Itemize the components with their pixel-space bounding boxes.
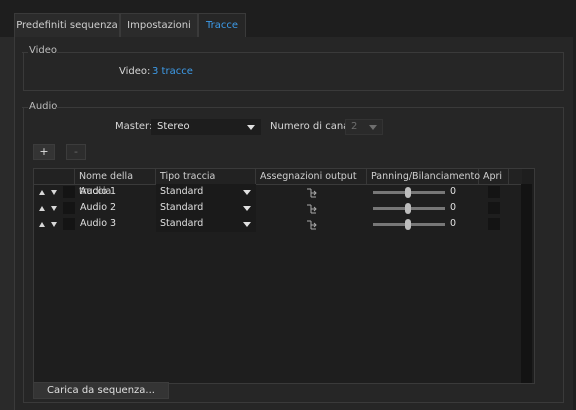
tracks-table: Nome della traccia Tipo traccia Assegnaz… — [33, 168, 535, 384]
video-group-border — [22, 52, 28, 53]
video-tracks-label: Video: — [119, 66, 151, 77]
pan-value[interactable]: 0 — [450, 200, 462, 216]
add-track-button[interactable]: + — [33, 144, 55, 160]
routing-icon — [307, 220, 317, 230]
move-down-icon[interactable] — [51, 190, 57, 195]
routing-icon — [307, 204, 317, 214]
track-type-dropdown[interactable]: Standard — [156, 216, 256, 232]
column-header-open: Apri — [479, 169, 509, 184]
pan-value[interactable]: 0 — [450, 184, 462, 200]
routing-icon — [307, 188, 317, 198]
open-checkbox[interactable] — [488, 218, 500, 230]
load-from-sequence-button[interactable]: Carica da sequenza... — [33, 382, 169, 399]
audio-group-border — [56, 107, 564, 108]
move-up-icon[interactable] — [39, 206, 45, 211]
channels-value: 2 — [351, 121, 358, 132]
chevron-down-icon — [243, 222, 251, 227]
column-header-output: Assegnazioni output — [256, 169, 367, 184]
tab-tracce[interactable]: Tracce — [198, 13, 246, 37]
track-color-swatch[interactable] — [63, 202, 75, 214]
move-up-icon[interactable] — [39, 190, 45, 195]
table-scrollbar[interactable] — [521, 184, 532, 383]
track-name[interactable]: Audio 3 — [80, 216, 156, 232]
track-name[interactable]: Audio 2 — [80, 200, 156, 216]
open-checkbox[interactable] — [488, 186, 500, 198]
open-checkbox[interactable] — [488, 202, 500, 214]
move-down-icon[interactable] — [51, 222, 57, 227]
column-header-name: Nome della traccia — [75, 169, 156, 197]
table-header: Nome della traccia Tipo traccia Assegnaz… — [34, 169, 522, 197]
track-type-value: Standard — [160, 218, 204, 229]
tab-bar: Predefiniti sequenza Impostazioni Tracce — [0, 0, 576, 37]
pan-slider-knob[interactable] — [405, 219, 411, 230]
channels-dropdown[interactable]: 2 — [345, 119, 383, 135]
master-value: Stereo — [157, 121, 190, 132]
output-routing-icon[interactable] — [306, 200, 318, 216]
chevron-down-icon — [243, 190, 251, 195]
move-up-icon[interactable] — [39, 222, 45, 227]
table-row: Audio 2 Standard 0 — [34, 200, 522, 216]
track-type-value: Standard — [160, 186, 204, 197]
audio-group-border — [22, 107, 28, 108]
video-group-box — [23, 52, 564, 91]
video-group-border — [57, 52, 564, 53]
output-routing-icon[interactable] — [306, 216, 318, 232]
tab-impostazioni[interactable]: Impostazioni — [120, 13, 198, 37]
left-edge — [0, 37, 14, 410]
chevron-down-icon — [369, 125, 377, 130]
track-type-dropdown[interactable]: Standard — [156, 200, 256, 216]
header-reorder — [34, 169, 75, 184]
track-type-value: Standard — [160, 202, 204, 213]
table-row: Audio 1 Standard 0 — [34, 184, 522, 200]
move-down-icon[interactable] — [51, 206, 57, 211]
track-type-dropdown[interactable]: Standard — [156, 184, 256, 200]
chevron-down-icon — [243, 206, 251, 211]
output-routing-icon[interactable] — [306, 184, 318, 200]
track-color-swatch[interactable] — [63, 218, 75, 230]
track-name[interactable]: Audio 1 — [80, 184, 156, 200]
pan-slider-knob[interactable] — [405, 187, 411, 198]
master-dropdown[interactable]: Stereo — [151, 119, 261, 135]
column-header-panning: Panning/Bilanciamento — [367, 169, 480, 184]
column-header-type: Tipo traccia — [156, 169, 256, 184]
video-tracks-value[interactable]: 3 tracce — [152, 66, 193, 77]
master-label: Master: — [115, 121, 153, 132]
remove-track-button[interactable]: - — [66, 144, 86, 160]
pan-slider-knob[interactable] — [405, 203, 411, 214]
pan-value[interactable]: 0 — [450, 216, 462, 232]
tab-predefiniti-sequenza[interactable]: Predefiniti sequenza — [14, 13, 120, 37]
track-color-swatch[interactable] — [63, 186, 75, 198]
table-row: Audio 3 Standard 0 — [34, 216, 522, 232]
chevron-down-icon — [247, 125, 255, 130]
